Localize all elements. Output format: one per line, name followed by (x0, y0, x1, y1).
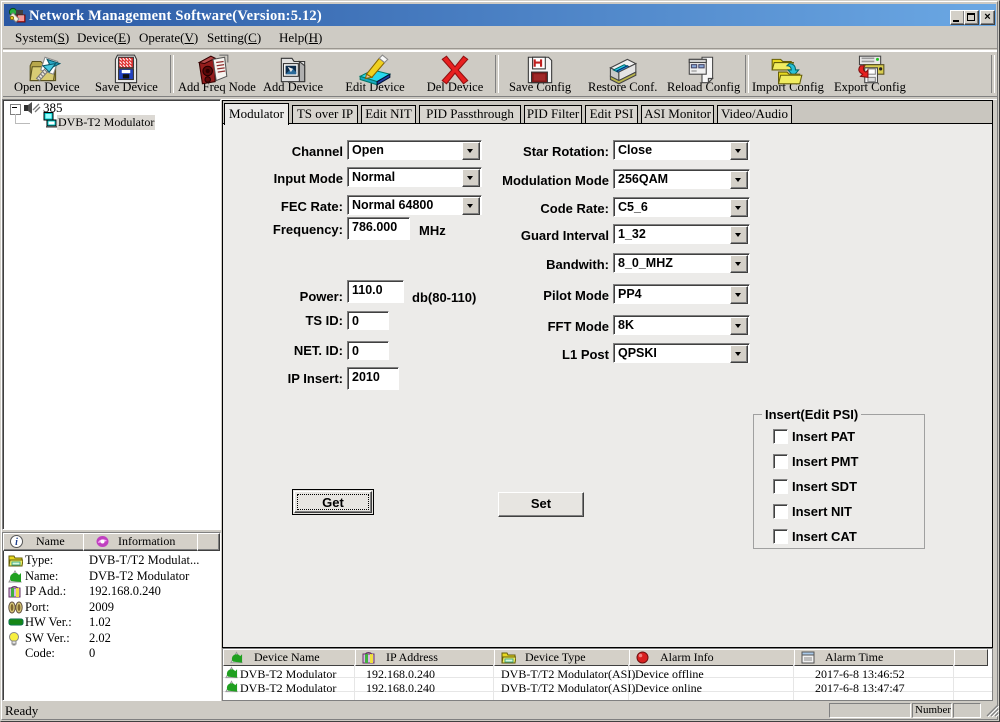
svg-text:i: i (15, 537, 18, 548)
